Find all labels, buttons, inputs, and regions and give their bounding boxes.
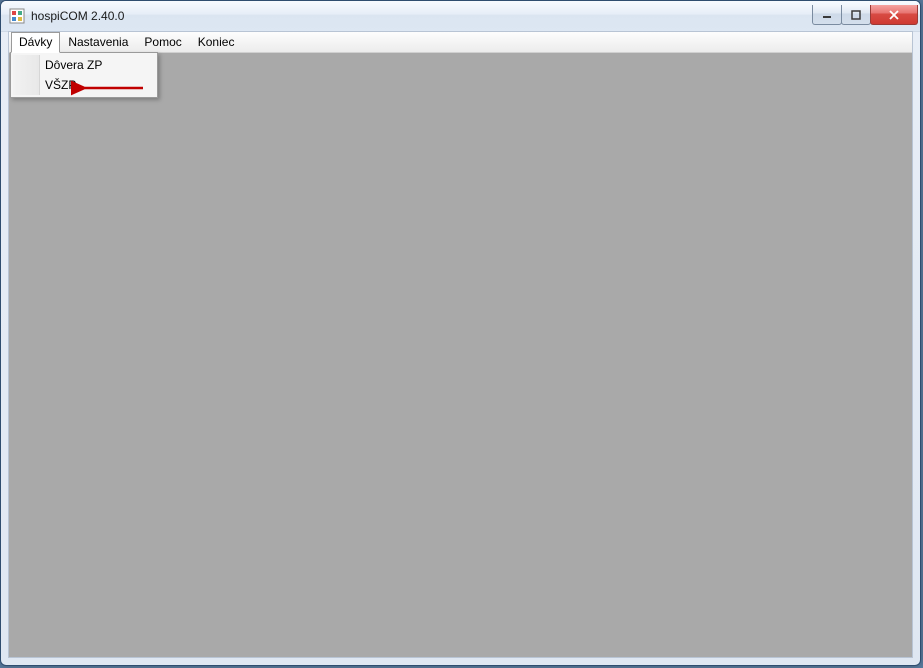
close-icon [888,10,900,20]
mdi-content [9,53,912,657]
titlebar[interactable]: hospiCOM 2.40.0 [1,1,920,32]
maximize-button[interactable] [841,5,871,25]
dropdown-item-label: Dôvera ZP [45,58,102,72]
menu-label: Nastavenia [68,35,128,49]
app-window: hospiCOM 2.40.0 Dávky [0,0,921,666]
menu-label: Pomoc [144,35,181,49]
menu-koniec[interactable]: Koniec [190,32,243,52]
dropdown-item-label: VŠZP [45,78,76,92]
menu-label: Koniec [198,35,235,49]
close-button[interactable] [870,5,918,25]
app-icon [9,8,25,24]
minimize-button[interactable] [812,5,842,25]
menu-nastavenia[interactable]: Nastavenia [60,32,136,52]
menu-davky[interactable]: Dávky [11,32,60,53]
client-area: Dávky Nastavenia Pomoc Koniec [8,31,913,658]
menubar: Dávky Nastavenia Pomoc Koniec [9,32,912,53]
window-controls [813,5,918,25]
dropdown-item-vszp[interactable]: VŠZP [13,75,155,95]
dropdown-item-dovera-zp[interactable]: Dôvera ZP [13,55,155,75]
window-title: hospiCOM 2.40.0 [31,9,813,23]
menu-pomoc[interactable]: Pomoc [136,32,189,52]
maximize-icon [851,10,861,20]
menu-davky-dropdown: Dôvera ZP VŠZP [10,52,158,98]
minimize-icon [822,10,832,20]
menu-label: Dávky [19,35,52,49]
